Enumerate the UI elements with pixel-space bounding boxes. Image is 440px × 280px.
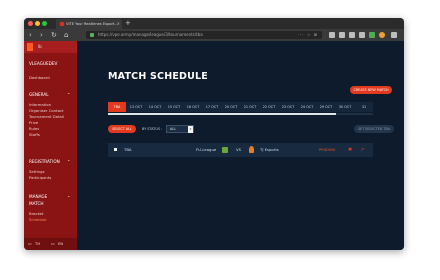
sidebar-item-prize[interactable]: Prize: [29, 120, 38, 125]
date-tab[interactable]: 21 OCT: [241, 102, 259, 112]
lang-en[interactable]: EN: [58, 241, 63, 246]
match-row[interactable]: TBA FU-League VS TJ Esports PENDING ✱ ↗: [108, 143, 373, 157]
versus-label: VS: [236, 147, 242, 152]
chevron-up-icon[interactable]: ⌃: [67, 195, 70, 200]
sidebar-item-participants[interactable]: Participants: [29, 175, 51, 180]
sidebar: lb VLEAGUEDEV Dashboard GENERAL ⌃ Inform…: [24, 41, 77, 250]
date-tab[interactable]: 23 OCT: [279, 102, 297, 112]
sidebar-header: lb: [24, 41, 77, 53]
sidebar-item-settings[interactable]: Settings: [29, 169, 45, 174]
browser-toolbar: ‹ › ↻ ⌂ https://vpe.army/manage/league/3…: [24, 29, 404, 41]
sidebar-item-information[interactable]: Information: [29, 102, 51, 107]
main-content: MATCH SCHEDULE CREATE NEW MATCH TBA 13 OC…: [77, 41, 404, 250]
logo-icon: [27, 43, 33, 51]
extension-icon[interactable]: [339, 32, 345, 38]
language-switcher: ▭ TH ▭ EN: [24, 238, 77, 250]
page-title: MATCH SCHEDULE: [108, 71, 208, 82]
sidebar-item-staffs[interactable]: Staffs: [29, 132, 40, 137]
sidebar-item-schedule[interactable]: Schedule: [29, 217, 46, 222]
url-text[interactable]: https://vpe.army/manage/league/3/tournam…: [98, 31, 203, 39]
lang-th[interactable]: TH: [35, 241, 40, 246]
date-tab[interactable]: 24 OCT: [298, 102, 316, 112]
extension-icon[interactable]: [369, 32, 375, 38]
tab-bar: VITE Your Realtimes Esport... × +: [24, 18, 404, 29]
extension-icon[interactable]: [329, 32, 335, 38]
status-filter-select[interactable]: ALL ▾: [166, 125, 194, 133]
url-actions[interactable]: ··· ☆ ⊞: [298, 31, 318, 39]
org-name: VLEAGUEDEV: [29, 61, 58, 66]
new-tab-button[interactable]: +: [125, 18, 131, 28]
extension-icon[interactable]: [359, 32, 365, 38]
status-filter-value: ALL: [170, 127, 177, 131]
date-scrollbar[interactable]: [108, 113, 373, 115]
tab-title: VITE Your Realtimes Esport...: [66, 22, 118, 26]
match-status: PENDING: [319, 148, 336, 152]
chevron-down-icon[interactable]: ▾: [188, 126, 193, 133]
flag-en-icon: ▭: [51, 241, 55, 246]
date-tab[interactable]: TBA: [108, 102, 126, 112]
team2-name: TJ Esports: [260, 147, 279, 152]
edit-icon[interactable]: ↗: [360, 143, 364, 157]
reload-icon[interactable]: ↻: [51, 30, 57, 40]
team1-name: FU-League: [196, 147, 217, 152]
menu-icon[interactable]: [391, 32, 397, 38]
select-all-button[interactable]: SELECT ALL: [108, 125, 136, 133]
sidebar-item-rules[interactable]: Rules: [29, 126, 39, 131]
address-bar[interactable]: https://vpe.army/manage/league/3/tournam…: [86, 31, 322, 39]
extension-icon[interactable]: [349, 32, 355, 38]
date-tab[interactable]: 13 OCT: [127, 102, 145, 112]
team2-logo-icon: [249, 146, 254, 153]
close-window-button[interactable]: [28, 21, 33, 26]
status-filter-label: BY STATUS :: [142, 127, 163, 131]
sidebar-item-dashboard[interactable]: Dashboard: [29, 75, 50, 80]
chevron-up-icon[interactable]: ⌃: [67, 92, 70, 97]
minimize-window-button[interactable]: [35, 21, 40, 26]
favicon-icon: [60, 22, 64, 26]
back-icon[interactable]: ‹: [29, 30, 32, 40]
team1-logo-icon: [222, 147, 228, 153]
flag-th-icon: ▭: [28, 241, 32, 246]
date-tab[interactable]: 31: [355, 102, 373, 112]
sidebar-item-bracket[interactable]: Bracket: [29, 211, 43, 216]
lock-icon: [90, 33, 94, 37]
set-selected-tba-button[interactable]: SET SELECTED TBA: [354, 125, 394, 133]
create-new-match-button[interactable]: CREATE NEW MATCH: [350, 86, 392, 94]
browser-tab[interactable]: VITE Your Realtimes Esport... ×: [56, 19, 122, 29]
tab-close-icon[interactable]: ×: [117, 19, 120, 29]
date-tab[interactable]: 20 OCT: [222, 102, 240, 112]
date-tabs: TBA 13 OCT 14 OCT 15 OCT 16 OCT 17 OCT 20 OCT 2…: [108, 102, 373, 112]
sidebar-section-manage-match[interactable]: MANAGE MATCH: [29, 193, 59, 207]
date-tab[interactable]: 14 OCT: [146, 102, 164, 112]
browser-window: VITE Your Realtimes Esport... × + ‹ › ↻ …: [24, 18, 404, 250]
sidebar-item-tournament-detail[interactable]: Tournament Detail: [29, 114, 64, 119]
match-date: TBA: [124, 147, 132, 152]
date-tab[interactable]: 29 OCT: [317, 102, 335, 112]
date-tab[interactable]: 22 OCT: [260, 102, 278, 112]
match-checkbox[interactable]: [114, 148, 117, 151]
date-tab[interactable]: 16 OCT: [184, 102, 202, 112]
chevron-up-icon[interactable]: ⌃: [67, 159, 70, 164]
date-tab[interactable]: 30 OCT: [336, 102, 354, 112]
user-name[interactable]: lb: [38, 41, 42, 53]
sidebar-item-organiser-contact[interactable]: Organiser Contact: [29, 108, 64, 113]
date-tab[interactable]: 15 OCT: [165, 102, 183, 112]
home-icon[interactable]: ⌂: [64, 30, 68, 40]
profile-icon[interactable]: [379, 32, 385, 38]
sidebar-section-registration[interactable]: REGISTRATION: [29, 159, 60, 164]
sidebar-section-general[interactable]: GENERAL: [29, 92, 49, 97]
maximize-window-button[interactable]: [42, 21, 47, 26]
forward-icon[interactable]: ›: [40, 30, 43, 40]
date-tab[interactable]: 17 OCT: [203, 102, 221, 112]
date-scrollbar-thumb[interactable]: [108, 113, 336, 115]
gear-icon[interactable]: ✱: [348, 143, 352, 157]
